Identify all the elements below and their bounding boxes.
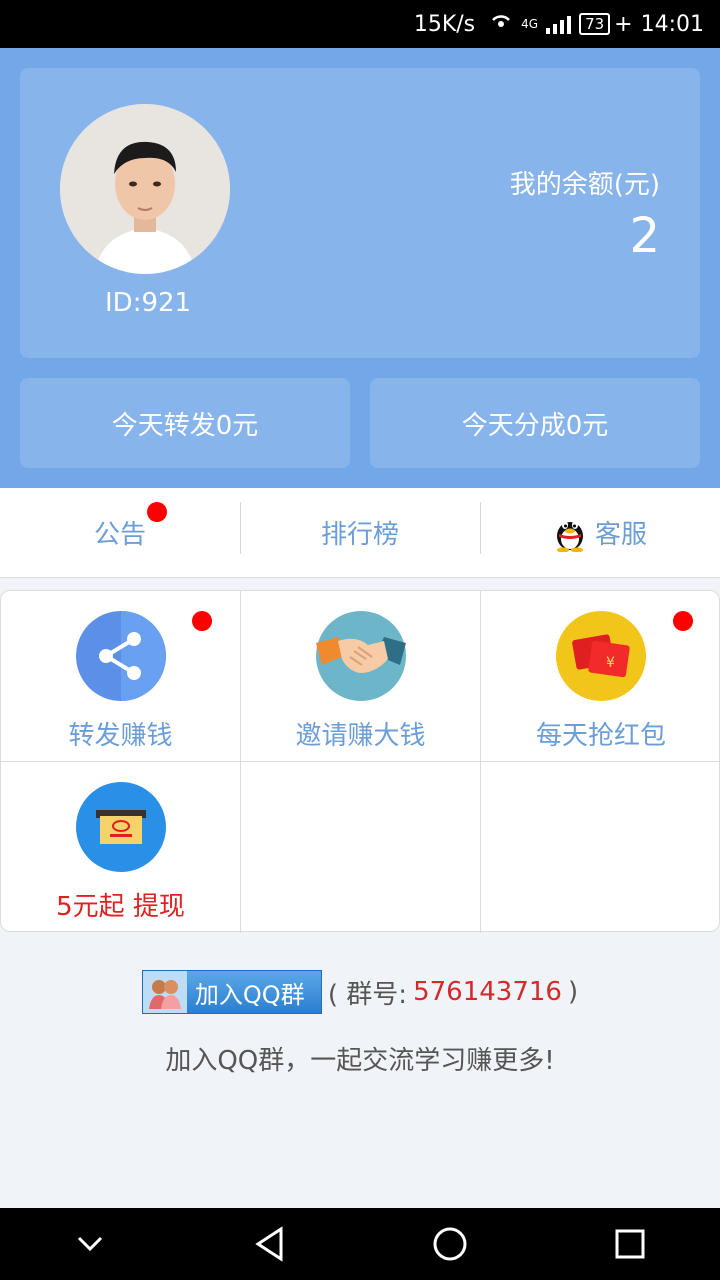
charging-icon: + — [614, 11, 633, 37]
daily-red-packet-label: 每天抢红包 — [535, 721, 666, 751]
header: ID:921 我的余额(元) 2 今天转发0元 今天分成0元 — [0, 48, 720, 488]
today-share-stat[interactable]: 今天分成0元 — [370, 378, 700, 468]
tab-ranking[interactable]: 排行榜 — [240, 488, 480, 577]
qq-group-row: 加入QQ群 ( 群号: 576143716 ) — [0, 970, 720, 1014]
user-id: ID:921 — [105, 288, 192, 318]
empty-cell — [241, 762, 481, 933]
home-icon[interactable] — [420, 1214, 480, 1274]
battery-icon: 73 — [579, 13, 611, 35]
balance-label: 我的余额(元) — [509, 170, 660, 200]
status-bar: 15K/s 4G 73 + 14:01 — [0, 0, 720, 48]
recents-icon[interactable] — [600, 1214, 660, 1274]
footer-message: 加入QQ群，一起交流学习赚更多! — [165, 1046, 555, 1076]
avatar[interactable] — [60, 104, 230, 274]
tab-row: 公告 排行榜 客服 — [0, 488, 720, 578]
tab-ranking-label: 排行榜 — [320, 520, 399, 550]
notification-badge — [147, 502, 167, 522]
tab-announcement[interactable]: 公告 — [0, 488, 240, 577]
today-forward-stat[interactable]: 今天转发0元 — [20, 378, 350, 468]
network-speed: 15K/s — [413, 11, 476, 37]
share-icon — [75, 611, 166, 701]
tab-customer-service-label: 客服 — [594, 520, 647, 550]
tab-customer-service[interactable]: 客服 — [480, 488, 720, 577]
group-prefix: ( 群号: — [327, 979, 408, 1010]
join-qq-group-button[interactable]: 加入QQ群 — [141, 970, 322, 1014]
empty-cell — [481, 762, 720, 933]
feature-grid: 转发赚钱 邀请赚大钱 ¥ 每天抢红包 5元起 提现 — [0, 590, 720, 933]
forward-earn-item[interactable]: 转发赚钱 — [1, 591, 241, 762]
navigation-bar — [0, 1208, 720, 1280]
group-users-icon — [142, 971, 187, 1013]
group-number: 576143716 — [413, 977, 562, 1007]
qq-penguin-icon — [553, 514, 587, 552]
notification-badge — [192, 611, 212, 631]
clock: 14:01 — [640, 11, 704, 37]
tab-announcement-label: 公告 — [93, 520, 146, 550]
withdraw-label: 5元起 提现 — [56, 892, 185, 922]
back-icon[interactable] — [240, 1214, 300, 1274]
network-type: 4G — [521, 17, 539, 31]
daily-red-packet-item[interactable]: ¥ 每天抢红包 — [481, 591, 720, 762]
wifi-icon — [489, 10, 513, 38]
invite-earn-label: 邀请赚大钱 — [295, 721, 426, 751]
red-envelope-icon: ¥ — [556, 611, 646, 701]
chevron-down-icon[interactable] — [60, 1214, 120, 1274]
svg-text:¥: ¥ — [606, 655, 615, 671]
balance-value: 2 — [629, 208, 660, 264]
profile-card: ID:921 我的余额(元) 2 — [20, 68, 700, 358]
withdraw-item[interactable]: 5元起 提现 — [1, 762, 241, 933]
group-suffix: ) — [567, 977, 579, 1007]
notification-badge — [673, 611, 693, 631]
handshake-icon — [315, 611, 406, 701]
invite-earn-item[interactable]: 邀请赚大钱 — [241, 591, 481, 762]
join-qq-group-label: 加入QQ群 — [194, 980, 305, 1009]
withdraw-icon — [75, 782, 166, 872]
forward-earn-label: 转发赚钱 — [68, 721, 173, 751]
signal-icon — [546, 14, 572, 34]
